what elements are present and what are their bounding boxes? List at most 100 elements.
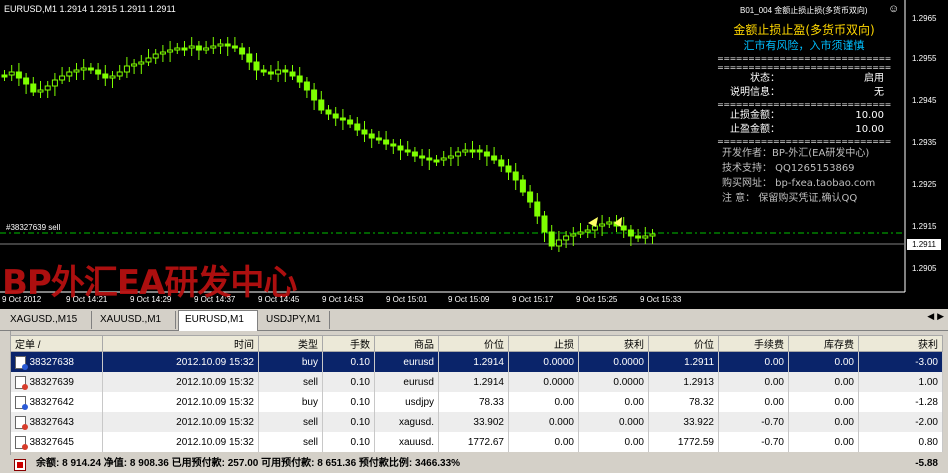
symbol-cell: xauusd.: [374, 432, 439, 452]
candle-body: [131, 63, 138, 67]
candle-body: [368, 133, 375, 139]
take-profit-cell: 0.0000: [578, 372, 649, 392]
col-order[interactable]: 定单 /: [10, 335, 103, 352]
separator: ============================: [717, 54, 891, 63]
swap-cell: 0.00: [788, 392, 859, 412]
separator: ============================: [717, 63, 891, 72]
candle-body: [138, 61, 145, 65]
col-commission[interactable]: 手续费: [718, 335, 789, 352]
price-tick-label: 1.2925: [912, 180, 937, 189]
candle-body: [541, 215, 548, 233]
buy-order-icon: [14, 395, 28, 410]
col-type[interactable]: 类型: [258, 335, 323, 352]
col-lots[interactable]: 手数: [322, 335, 375, 352]
open-price-cell: 33.902: [438, 412, 509, 432]
smiley-icon[interactable]: ☺: [888, 3, 899, 15]
lots-cell: 0.10: [322, 412, 375, 432]
sell-order-icon: [14, 375, 28, 390]
lots-cell: 0.10: [322, 432, 375, 452]
ea-status-value: 启用: [864, 73, 884, 84]
candle-body: [253, 61, 260, 71]
table-row[interactable]: 38327638 2012.10.09 15:32 buy 0.10 eurusd 1.2…: [10, 351, 943, 372]
candle-body: [95, 69, 102, 75]
symbol-cell: eurusd: [374, 351, 439, 372]
current-price-cell: 1.2913: [648, 372, 719, 392]
order-id-text: 38327643: [29, 416, 75, 428]
tab-usdjpy-m1[interactable]: USDJPY,M1: [260, 311, 330, 329]
price-tick-label: 1.2905: [912, 264, 937, 273]
col-take-profit[interactable]: 获利: [578, 335, 649, 352]
col-stop-loss[interactable]: 止损: [508, 335, 579, 352]
candle-body: [73, 69, 80, 73]
order-type-cell: buy: [258, 392, 323, 412]
candle-body: [217, 43, 224, 47]
stop-loss-cell: 0.00: [508, 392, 579, 412]
candle-body: [347, 119, 354, 125]
candle-body: [642, 235, 649, 239]
candle-body: [476, 149, 483, 153]
table-row[interactable]: 38327645 2012.10.09 15:32 sell 0.10 xauusd. 1…: [10, 432, 943, 452]
col-swap[interactable]: 库存费: [788, 335, 859, 352]
chart-area[interactable]: EURUSD,M1 1.2914 1.2915 1.2911 1.2911 B0…: [0, 0, 948, 309]
tab-scroll-arrows-icon[interactable]: ◀ ▶: [927, 312, 944, 322]
tab-xagusd-m15[interactable]: XAGUSD.,M15: [4, 311, 92, 329]
table-row[interactable]: 38327643 2012.10.09 15:32 sell 0.10 xagusd. 3…: [10, 412, 943, 432]
col-time[interactable]: 时间: [102, 335, 259, 352]
chart-symbol-title: EURUSD,M1 1.2914 1.2915 1.2911 1.2911: [4, 4, 176, 14]
ea-purchase-url: 购买网址： bp-fxea.taobao.com: [722, 178, 876, 189]
candle-body: [30, 83, 37, 93]
order-id-text: 38327645: [29, 436, 75, 448]
order-id-cell: 38327638: [10, 351, 103, 372]
candle-body: [649, 233, 656, 237]
open-time-cell: 2012.10.09 15:32: [102, 392, 259, 412]
tab-eurusd-m1[interactable]: EURUSD,M1: [178, 310, 258, 331]
candle-body: [383, 139, 390, 145]
separator: ============================: [717, 100, 891, 109]
candle-body: [311, 89, 318, 101]
order-id-cell: 38327643: [10, 412, 103, 432]
time-tick-label: 9 Oct 2012: [2, 295, 42, 304]
candle-body: [87, 67, 94, 71]
candle-body: [275, 69, 282, 75]
take-profit-amount-row: 止盈金额： 10.00: [708, 123, 900, 137]
ea-info-panel: 金额止损止盈(多货币双向) 汇市有风险，入市须谨慎 ==============…: [708, 22, 900, 206]
sell-order-icon: [14, 415, 28, 430]
open-time-cell: 2012.10.09 15:32: [102, 412, 259, 432]
candle-body: [246, 53, 253, 63]
commission-cell: 0.00: [718, 351, 789, 372]
take-profit-cell: 0.00: [578, 392, 649, 412]
price-tick-label: 1.2915: [912, 222, 937, 231]
candle-body: [231, 45, 238, 49]
candle-body: [361, 129, 368, 135]
candle-body: [80, 67, 87, 71]
col-symbol[interactable]: 商品: [374, 335, 439, 352]
candle-body: [534, 201, 541, 217]
candle-body: [181, 47, 188, 51]
col-current-price[interactable]: 价位: [648, 335, 719, 352]
table-row[interactable]: 38327642 2012.10.09 15:32 buy 0.10 usdjpy 78.…: [10, 392, 943, 412]
candle-body: [570, 233, 577, 237]
account-summary-icon: [14, 459, 26, 471]
candle-body: [469, 149, 476, 153]
table-row[interactable]: 38327639 2012.10.09 15:32 sell 0.10 eurusd 1.…: [10, 372, 943, 392]
order-id-cell: 38327645: [10, 432, 103, 452]
candle-body: [44, 85, 51, 91]
ea-description-row: 说明信息： 无: [708, 86, 900, 100]
commission-cell: -0.70: [718, 432, 789, 452]
swap-cell: 0.00: [788, 372, 859, 392]
symbol-cell: xagusd.: [374, 412, 439, 432]
col-open-price[interactable]: 价位: [438, 335, 509, 352]
ea-status-row: 状态： 启用: [708, 72, 900, 86]
candle-body: [116, 71, 123, 77]
time-tick-label: 9 Oct 15:17: [512, 295, 554, 304]
candle-body: [318, 99, 325, 111]
candle-body: [210, 45, 217, 49]
tab-xauusd-m1[interactable]: XAUUSD.,M1: [94, 311, 176, 329]
stop-loss-amount-key: 止损金额：: [730, 110, 780, 121]
col-profit[interactable]: 获利: [858, 335, 943, 352]
order-id-text: 38327642: [29, 396, 75, 408]
order-type-cell: sell: [258, 412, 323, 432]
order-id-cell: 38327639: [10, 372, 103, 392]
profit-cell: -3.00: [858, 351, 943, 372]
candle-body: [354, 123, 361, 131]
